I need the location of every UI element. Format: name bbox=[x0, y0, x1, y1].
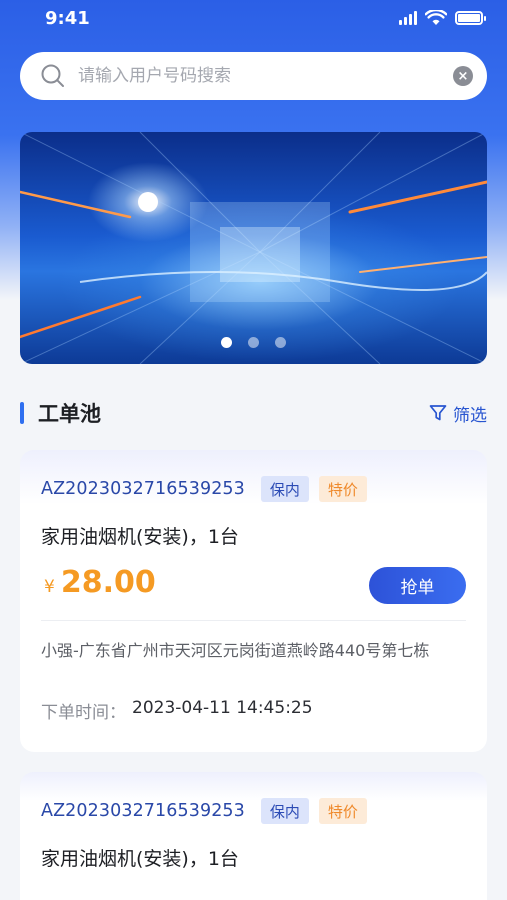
currency-symbol: ¥ bbox=[44, 577, 55, 597]
banner-dot[interactable] bbox=[275, 337, 286, 348]
special-price-tag: 特价 bbox=[318, 798, 367, 824]
status-icons bbox=[399, 10, 486, 26]
search-bar[interactable]: × bbox=[20, 52, 487, 100]
order-number: AZ2023032716539253 bbox=[41, 479, 245, 499]
special-price-tag: 特价 bbox=[318, 476, 367, 502]
section-title: 工单池 bbox=[38, 402, 101, 426]
section-header: 工单池 筛选 bbox=[20, 396, 487, 430]
order-card[interactable]: AZ2023032716539253 保内 特价 家用油烟机(安装)，1台 bbox=[20, 772, 487, 900]
section-accent-bar bbox=[20, 402, 24, 424]
divider bbox=[41, 620, 466, 621]
order-header: AZ2023032716539253 保内 特价 bbox=[41, 798, 367, 824]
wifi-icon bbox=[425, 10, 447, 25]
filter-label: 筛选 bbox=[453, 405, 487, 426]
customer-address: 小强-广东省广州市天河区元岗街道燕岭路440号第七栋 bbox=[41, 641, 430, 660]
grab-order-button[interactable]: 抢单 bbox=[369, 567, 466, 604]
order-number: AZ2023032716539253 bbox=[41, 801, 245, 821]
warranty-tag: 保内 bbox=[260, 798, 309, 824]
status-bar: 9:41 bbox=[0, 0, 507, 40]
warranty-tag: 保内 bbox=[260, 476, 309, 502]
filter-button[interactable]: 筛选 bbox=[429, 401, 487, 426]
clear-icon[interactable]: × bbox=[453, 66, 473, 86]
status-time: 9:41 bbox=[45, 8, 90, 29]
search-icon bbox=[41, 64, 64, 87]
order-time: 下单时间： 2023-04-11 14:45:25 bbox=[41, 698, 313, 723]
banner-dot[interactable] bbox=[221, 337, 232, 348]
battery-icon bbox=[455, 11, 486, 25]
search-input[interactable] bbox=[78, 66, 453, 86]
price-value: 28.00 bbox=[60, 565, 156, 600]
order-header: AZ2023032716539253 保内 特价 bbox=[41, 476, 367, 502]
filter-icon bbox=[429, 405, 447, 421]
order-price: ¥ 28.00 bbox=[44, 565, 156, 600]
cellular-signal-icon bbox=[399, 11, 417, 25]
order-card[interactable]: AZ2023032716539253 保内 特价 家用油烟机(安装)，1台 ¥ … bbox=[20, 450, 487, 752]
banner-pagination bbox=[20, 337, 487, 348]
banner-dot[interactable] bbox=[248, 337, 259, 348]
promo-banner[interactable] bbox=[20, 132, 487, 364]
banner-artwork bbox=[20, 132, 487, 364]
product-name: 家用油烟机(安装)，1台 bbox=[41, 526, 239, 548]
order-time-value: 2023-04-11 14:45:25 bbox=[132, 698, 313, 718]
product-name: 家用油烟机(安装)，1台 bbox=[41, 848, 239, 870]
order-time-label: 下单时间： bbox=[41, 703, 126, 723]
